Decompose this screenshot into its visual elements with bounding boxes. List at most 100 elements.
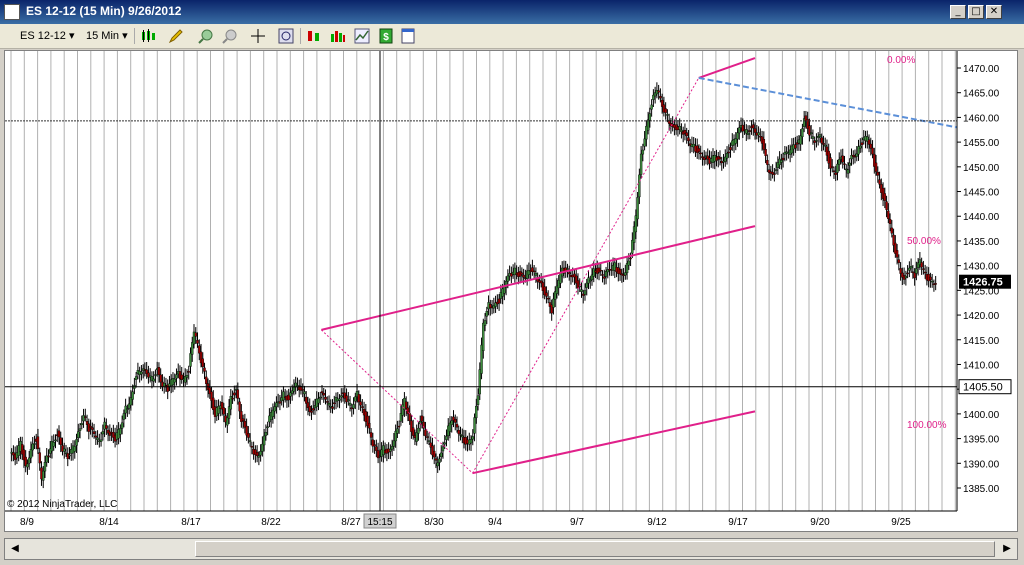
candle-body	[120, 422, 124, 429]
candle-body	[929, 276, 932, 281]
candle-body	[266, 426, 269, 428]
candle-body	[189, 353, 192, 367]
candle-body	[54, 439, 57, 442]
candle-body	[226, 417, 229, 426]
price-tick-label: 1415.00	[963, 336, 1000, 347]
candle-body	[934, 283, 937, 285]
candle-body	[801, 128, 804, 137]
title-bar[interactable]: ES 12-12 (15 Min) 9/26/2012 _ □ ✕	[0, 0, 1024, 24]
candle-body	[424, 429, 427, 437]
minimize-button[interactable]: _	[950, 5, 966, 19]
candle-body	[119, 428, 122, 435]
price-chart[interactable]: 0.00% 50.00% 100.00% 1470.00 1465.00 1460.00…	[5, 51, 1017, 531]
candle-body	[75, 439, 78, 446]
candle-body	[312, 408, 315, 411]
candle-body	[326, 401, 329, 403]
candle-body	[522, 274, 525, 278]
candle-body	[59, 437, 62, 446]
candlestick-icon[interactable]	[140, 28, 156, 44]
interval-selector[interactable]: 15 Min ▾	[86, 27, 128, 45]
candle-body	[47, 455, 50, 458]
candle-body	[838, 159, 841, 165]
magnifier-icon[interactable]	[278, 28, 294, 44]
candle-body	[417, 427, 420, 434]
candle-body	[578, 285, 581, 288]
candle-body	[126, 408, 129, 410]
candle-body	[822, 143, 825, 145]
candle-body	[876, 171, 880, 176]
date-axis: 8/9 8/14 8/17 8/22 8/27 8/30 9/4 9/7 9/12 9/17 9/2…	[5, 510, 957, 529]
candle-body	[262, 435, 266, 446]
fib-label-top: 0.00%	[887, 55, 915, 66]
candle-body	[815, 140, 818, 142]
candle-body	[303, 391, 306, 395]
price-tick-label: 1465.00	[963, 89, 1000, 100]
candle-body	[319, 396, 322, 399]
candle-body	[361, 406, 364, 408]
candle-body	[375, 446, 378, 451]
toolbar-divider	[300, 28, 301, 44]
instrument-selector[interactable]: ES 12-12 ▾	[20, 27, 74, 45]
candle-body	[725, 152, 729, 159]
candle-body	[820, 137, 823, 144]
candle-body	[773, 173, 776, 175]
candle-body	[340, 395, 343, 398]
candle-body	[869, 143, 872, 149]
date-tick-label: 9/25	[891, 517, 911, 528]
price-tick-label: 1430.00	[963, 262, 1000, 273]
candle-body	[92, 431, 96, 434]
candle-body	[196, 340, 199, 344]
candle-body	[42, 470, 45, 481]
candle-body	[455, 423, 459, 428]
candle-body	[352, 404, 355, 409]
crosshair-icon[interactable]	[250, 28, 266, 44]
candle-body	[899, 268, 902, 274]
candle-body	[373, 444, 376, 447]
candle-body	[648, 113, 652, 121]
candle-body	[425, 436, 429, 438]
properties-icon[interactable]	[400, 28, 416, 44]
indicator-icon[interactable]	[330, 28, 346, 44]
chart-panel[interactable]: 0.00% 50.00% 100.00% 1470.00 1465.00 1460.00…	[4, 50, 1018, 532]
chart-icon[interactable]	[354, 28, 370, 44]
drawing-pencil-icon[interactable]	[168, 28, 184, 44]
scrollbar-thumb[interactable]	[195, 541, 995, 557]
candle-body	[738, 127, 741, 134]
candle-body	[282, 391, 285, 401]
candle-body	[580, 289, 583, 292]
candle-body	[599, 269, 602, 272]
scroll-left-arrow-icon[interactable]: ◀	[7, 541, 23, 557]
candle-body	[774, 169, 778, 171]
candle-body	[592, 268, 595, 277]
candle-body	[639, 153, 643, 175]
zoom-in-icon[interactable]	[198, 28, 214, 44]
candle-body	[841, 155, 844, 163]
candle-body	[678, 126, 681, 130]
candle-body	[636, 197, 639, 220]
crosshair-time-label: 15:15	[367, 517, 392, 528]
chevron-down-icon: ▾	[68, 30, 75, 42]
date-tick-label: 8/27	[341, 517, 361, 528]
zoom-out-icon[interactable]	[222, 28, 238, 44]
candle-body	[643, 138, 646, 147]
candle-body	[459, 434, 462, 436]
currency-icon[interactable]: $	[378, 28, 394, 44]
candle-body	[473, 417, 476, 434]
scroll-right-arrow-icon[interactable]: ▶	[999, 541, 1015, 557]
horizontal-scrollbar[interactable]: ◀ ▶	[4, 538, 1018, 560]
candle-body	[846, 169, 850, 174]
candle-body	[780, 160, 783, 163]
candle-body	[261, 443, 264, 452]
maximize-button[interactable]: □	[968, 5, 984, 19]
strategy-icon[interactable]	[306, 28, 322, 44]
date-tick-label: 9/17	[728, 517, 748, 528]
candle-body	[831, 166, 834, 168]
candle-body	[443, 442, 446, 445]
candle-body	[369, 432, 373, 438]
candle-body	[397, 425, 401, 428]
close-button[interactable]: ✕	[986, 5, 1002, 19]
candle-body	[99, 439, 103, 442]
candle-body	[794, 144, 797, 149]
candle-body	[638, 174, 641, 198]
candle-body	[923, 271, 927, 274]
